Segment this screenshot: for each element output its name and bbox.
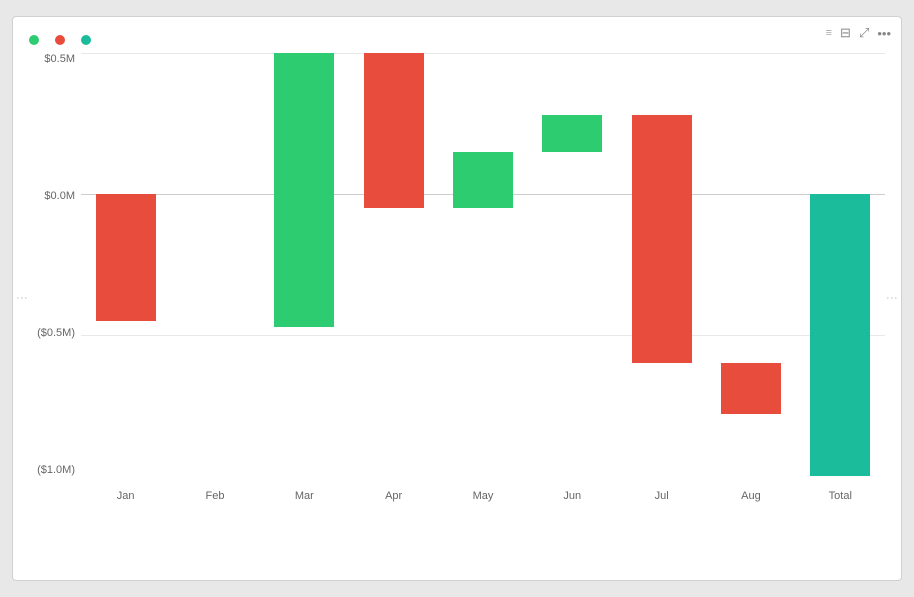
legend-dot-decrease: [55, 35, 65, 45]
y-label-05: $0.5M: [44, 53, 75, 65]
chart-bar-jun[interactable]: [542, 115, 602, 152]
chart-bar-aug[interactable]: [721, 363, 781, 414]
y-label-00: $0.0M: [44, 190, 75, 202]
legend-dot-increase: [29, 35, 39, 45]
legend-item-decrease: [55, 35, 69, 45]
grid-and-bars: [81, 53, 885, 476]
left-drag-handle[interactable]: ⋮: [15, 292, 29, 306]
x-label: Apr: [349, 476, 438, 504]
grid-line: [81, 53, 885, 54]
y-axis: $0.5M $0.0M ($0.5M) ($1.0M): [29, 53, 81, 476]
right-drag-handle[interactable]: ⋮: [885, 292, 899, 306]
x-label: Feb: [170, 476, 259, 504]
x-label: Jan: [81, 476, 170, 504]
card-toolbar: ≡ ⊟ ⤢ •••: [826, 25, 891, 41]
chart-bar-may[interactable]: [453, 152, 513, 208]
filter-icon[interactable]: ⊟: [840, 25, 851, 41]
x-label: Jul: [617, 476, 706, 504]
grid-line: [81, 335, 885, 336]
expand-icon[interactable]: ⤢: [859, 25, 869, 41]
x-label: May: [438, 476, 527, 504]
chart-bar-total[interactable]: [810, 194, 870, 476]
x-axis: JanFebMarAprMayJunJulAugTotal: [81, 476, 885, 504]
y-label-neg05: ($0.5M): [37, 327, 75, 339]
x-label: Aug: [706, 476, 795, 504]
chart-card: ⋮ ⋮ ≡ ⊟ ⤢ ••• $0.5M $0.0M ($0.5M) ($1.0M…: [12, 16, 902, 581]
chart-bar-jul[interactable]: [632, 115, 692, 363]
x-label: Total: [796, 476, 885, 504]
chart-area: $0.5M $0.0M ($0.5M) ($1.0M) JanFebMarApr…: [29, 53, 885, 504]
more-icon[interactable]: •••: [877, 26, 891, 41]
legend-item-increase: [29, 35, 43, 45]
legend-item-total: [81, 35, 95, 45]
chart-bar-jan[interactable]: [96, 194, 156, 321]
y-label-neg10: ($1.0M): [37, 464, 75, 476]
x-label: Mar: [260, 476, 349, 504]
drag-icon[interactable]: ≡: [826, 27, 832, 39]
chart-bar-apr[interactable]: [364, 53, 424, 208]
chart-bar-mar[interactable]: [274, 53, 334, 327]
x-label: Jun: [528, 476, 617, 504]
chart-legend: [29, 35, 885, 45]
legend-dot-total: [81, 35, 91, 45]
